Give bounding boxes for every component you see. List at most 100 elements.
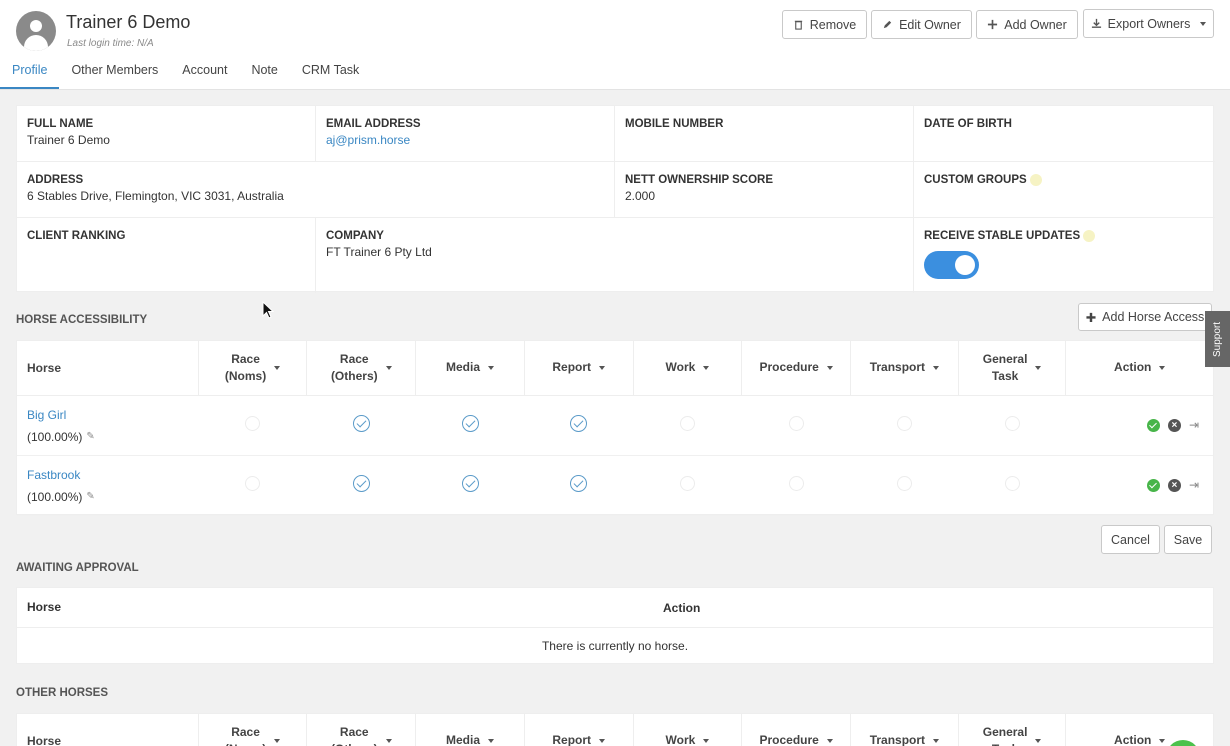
col-action[interactable]: Action xyxy=(1065,341,1213,396)
pencil-icon xyxy=(883,20,892,29)
address-value: 6 Stables Drive, Flemington, VIC 3031, A… xyxy=(27,189,284,203)
general-task-checkbox[interactable] xyxy=(1004,416,1020,431)
media-checkbox[interactable] xyxy=(461,475,479,492)
col-procedure[interactable]: Procedure xyxy=(741,341,851,396)
col-report-label: Report xyxy=(552,360,592,375)
nett-score-cell: NETT OWNERSHIP SCORE 2.000 xyxy=(615,162,914,218)
col-transport[interactable]: Transport xyxy=(850,341,959,396)
tab-note[interactable]: Note xyxy=(239,58,289,89)
remove-button[interactable]: Remove xyxy=(782,10,867,39)
stable-updates-toggle[interactable] xyxy=(924,251,979,279)
awaiting-col-horse: Horse xyxy=(27,600,62,614)
download-icon xyxy=(1091,18,1101,28)
caret-down-icon xyxy=(385,738,392,743)
close-icon[interactable]: × xyxy=(1167,418,1181,432)
remove-label: Remove xyxy=(809,17,857,32)
report-checkbox[interactable] xyxy=(570,415,588,432)
info-icon[interactable] xyxy=(1083,230,1096,242)
general-task-checkbox[interactable] xyxy=(1004,476,1020,491)
trash-icon xyxy=(794,20,802,30)
save-button[interactable]: Save xyxy=(1164,525,1212,554)
full-name-value: Trainer 6 Demo xyxy=(27,133,110,147)
tab-account[interactable]: Account xyxy=(170,58,239,89)
col-transport-label: Transport xyxy=(869,360,926,375)
mobile-label: MOBILE NUMBER xyxy=(625,118,724,130)
transport-checkbox[interactable] xyxy=(896,476,912,491)
caret-down-icon xyxy=(274,365,281,370)
full-name-label: FULL NAME xyxy=(27,118,94,130)
col-media[interactable]: Media xyxy=(415,714,525,746)
approve-icon[interactable] xyxy=(1146,478,1160,492)
col-race-others[interactable]: Race (Others) xyxy=(306,714,416,746)
tab-other-members[interactable]: Other Members xyxy=(59,58,170,89)
work-checkbox[interactable] xyxy=(679,476,695,491)
col-work[interactable]: Work xyxy=(632,714,742,746)
col-report[interactable]: Report xyxy=(523,714,634,746)
caret-down-icon xyxy=(274,738,281,743)
chevron-down-icon xyxy=(1200,21,1207,26)
race-noms-checkbox[interactable] xyxy=(245,416,261,431)
col-report-label: Report xyxy=(552,733,592,746)
horse-link[interactable]: Big Girl xyxy=(27,408,198,422)
horse-access-table: Horse Race (Noms) Race (Others) Media Repo… xyxy=(17,341,1213,516)
caret-down-icon xyxy=(703,365,710,370)
edit-owner-label: Edit Owner xyxy=(899,17,961,32)
race-others-checkbox[interactable] xyxy=(352,415,370,432)
col-procedure[interactable]: Procedure xyxy=(741,714,851,746)
top-bar: Trainer 6 Demo Last login time: N/A Remo… xyxy=(0,0,1230,90)
add-owner-button[interactable]: Add Owner xyxy=(976,10,1078,39)
stable-updates-label: RECEIVE STABLE UPDATES xyxy=(924,230,1081,242)
pencil-icon[interactable]: ✎ xyxy=(86,491,94,502)
procedure-checkbox[interactable] xyxy=(788,476,804,491)
awaiting-approval-card: Horse Action There is currently no horse… xyxy=(16,587,1214,664)
exit-icon[interactable]: ⇥ xyxy=(1189,478,1199,492)
cancel-button[interactable]: Cancel xyxy=(1101,525,1160,554)
export-owners-button[interactable]: Export Owners xyxy=(1083,9,1214,38)
dob-label: DATE OF BIRTH xyxy=(924,118,1012,130)
close-icon[interactable]: × xyxy=(1167,478,1181,492)
col-horse: Horse xyxy=(17,714,199,746)
custom-groups-cell: CUSTOM GROUPS xyxy=(914,162,1215,218)
edit-owner-button[interactable]: Edit Owner xyxy=(871,10,972,39)
col-race-noms[interactable]: Race (Noms) xyxy=(197,341,307,396)
col-horse: Horse xyxy=(17,341,199,396)
col-procedure-label: Procedure xyxy=(759,360,819,375)
race-others-checkbox[interactable] xyxy=(352,475,370,492)
nett-score-value: 2.000 xyxy=(625,189,656,203)
col-race-others[interactable]: Race (Others) xyxy=(306,341,416,396)
col-report[interactable]: Report xyxy=(523,341,634,396)
horse-link[interactable]: Fastbrook xyxy=(27,468,198,482)
caret-down-icon xyxy=(933,738,940,743)
nett-score-label: NETT OWNERSHIP SCORE xyxy=(625,174,774,186)
col-general-task[interactable]: General Task xyxy=(957,341,1066,396)
col-transport[interactable]: Transport xyxy=(850,714,959,746)
col-media[interactable]: Media xyxy=(415,341,525,396)
col-work[interactable]: Work xyxy=(632,341,742,396)
col-media-label: Media xyxy=(445,360,480,375)
export-owners-label: Export Owners xyxy=(1107,16,1191,31)
procedure-checkbox[interactable] xyxy=(788,416,804,431)
tab-crm-task[interactable]: CRM Task xyxy=(290,58,371,89)
other-horses-title: OTHER HORSES xyxy=(16,687,109,699)
col-race-noms[interactable]: Race (Noms) xyxy=(197,714,307,746)
work-checkbox[interactable] xyxy=(679,416,695,431)
last-login-text: Last login time: N/A xyxy=(67,38,154,49)
horse-access-table-card: Horse Race (Noms) Race (Others) Media Repo… xyxy=(16,340,1214,516)
ownership-pct: (100.00%) xyxy=(27,429,83,444)
media-checkbox[interactable] xyxy=(461,415,479,432)
plus-icon xyxy=(988,19,998,30)
transport-checkbox[interactable] xyxy=(896,416,912,431)
exit-icon[interactable]: ⇥ xyxy=(1189,418,1199,432)
email-link[interactable]: aj@prism.horse xyxy=(326,133,604,147)
approve-icon[interactable] xyxy=(1146,418,1160,432)
report-checkbox[interactable] xyxy=(570,475,588,492)
col-general-task[interactable]: General Task xyxy=(957,714,1066,746)
table-row: Fastbrook (100.00%) ✎ × ⇥ xyxy=(17,455,1213,516)
col-race-others-line1: Race xyxy=(339,724,369,739)
info-icon[interactable] xyxy=(1029,174,1042,186)
race-noms-checkbox[interactable] xyxy=(245,476,261,491)
pencil-icon[interactable]: ✎ xyxy=(86,431,94,442)
add-horse-access-button[interactable]: ✚ Add Horse Access xyxy=(1078,303,1212,331)
tab-profile[interactable]: Profile xyxy=(0,58,60,89)
support-tab[interactable]: Support xyxy=(1205,311,1230,367)
